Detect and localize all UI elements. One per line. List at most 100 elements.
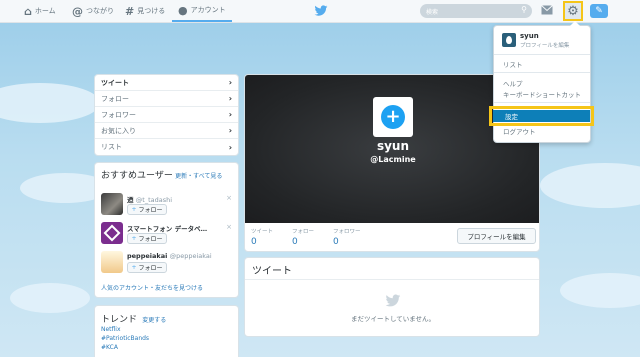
menu-item-logout[interactable]: ログアウト xyxy=(503,126,536,136)
settings-highlight: 設定 xyxy=(489,106,594,126)
suggested-user: 迺 @t_tadashi × + フォロー xyxy=(101,193,234,219)
egg-icon xyxy=(506,36,512,44)
who-to-follow-title: おすすめユーザー xyxy=(101,171,173,181)
user-name[interactable]: peppeiakai xyxy=(127,252,167,260)
dropdown-profile-link[interactable]: syun プロフィールを編集 xyxy=(502,32,588,52)
cloud xyxy=(560,273,640,308)
follow-button-label: フォロー xyxy=(138,236,163,243)
add-person-icon: + xyxy=(131,264,137,271)
trend-item[interactable]: #PatrioticBands xyxy=(101,334,232,343)
follow-button[interactable]: + フォロー xyxy=(127,233,167,244)
menu-item-label: お気に入り xyxy=(101,126,136,135)
profile-avatar[interactable]: + xyxy=(373,97,413,137)
twitter-bird-icon xyxy=(314,5,328,16)
nav-connect-label: つながり xyxy=(86,7,114,15)
cloud xyxy=(540,163,640,208)
tweets-title: ツイート xyxy=(245,258,539,280)
nav-account[interactable]: ● アカウント xyxy=(172,0,232,22)
stat-value: 0 xyxy=(292,237,298,247)
avatar[interactable] xyxy=(101,251,123,273)
trend-item[interactable]: Netflix xyxy=(101,325,232,334)
menu-item-lists[interactable]: リスト xyxy=(503,59,523,69)
edit-profile-button[interactable]: プロフィールを編集 xyxy=(457,228,536,244)
user-handle: @t_tadashi xyxy=(135,196,173,204)
dismiss-icon[interactable]: × xyxy=(226,194,232,202)
trends-title: トレンド xyxy=(101,315,138,325)
avatar xyxy=(502,33,516,47)
menu-item-label: ツイート xyxy=(101,78,129,87)
cloud xyxy=(0,83,100,123)
twitter-bird-icon xyxy=(385,294,401,307)
menu-item-label: リスト xyxy=(101,143,122,151)
nav-discover-label: 見つける xyxy=(137,7,166,15)
divider xyxy=(494,54,590,55)
follow-button[interactable]: + フォロー xyxy=(127,262,167,273)
plus-icon: + xyxy=(381,105,405,129)
compose-tweet-button[interactable]: ✎ xyxy=(590,4,608,18)
view-all-link[interactable]: すべて見る xyxy=(193,173,222,180)
stat-label: フォロー xyxy=(292,229,315,235)
no-tweets-message: まだツイートしていません。 xyxy=(350,315,436,323)
user-handle: @peppeiakai xyxy=(169,252,212,260)
feather-icon: ✎ xyxy=(595,6,603,16)
top-navigation-bar: ⌂ ホーム @ つながり # 見つける ● アカウント 検索 ⚲ ⚙ ✎ xyxy=(0,0,640,23)
user-name[interactable]: 迺 xyxy=(127,196,134,204)
stat-value: 0 xyxy=(251,237,257,247)
avatar[interactable] xyxy=(101,222,123,244)
menu-item-tweets[interactable]: ツイート › xyxy=(95,75,238,91)
hashtag-icon: # xyxy=(125,4,135,18)
nav-connect[interactable]: @ つながり xyxy=(72,0,114,22)
menu-item-lists[interactable]: リスト › xyxy=(95,139,238,155)
stat-label: フォロワー xyxy=(333,229,361,235)
avatar[interactable] xyxy=(101,193,123,215)
stat-value: 0 xyxy=(333,237,339,247)
nav-account-label: アカウント xyxy=(190,6,226,14)
divider xyxy=(494,72,590,73)
menu-item-settings[interactable]: 設定 xyxy=(493,110,590,122)
add-person-icon: + xyxy=(131,206,137,213)
search-icon[interactable]: ⚲ xyxy=(521,5,527,14)
dismiss-icon[interactable]: × xyxy=(226,223,232,231)
chevron-right-icon: › xyxy=(228,110,232,119)
follow-button-label: フォロー xyxy=(138,207,163,214)
menu-item-help[interactable]: ヘルプ xyxy=(503,78,523,88)
nav-discover[interactable]: # 見つける xyxy=(125,0,165,22)
home-icon: ⌂ xyxy=(24,4,32,18)
profile-nav-menu: ツイート › フォロー › フォロワー › お気に入り › リスト › xyxy=(94,74,239,156)
who-to-follow-footer: 人気のアカウント・友だちを見つける xyxy=(101,283,203,292)
stat-followers[interactable]: フォロワー 0 xyxy=(333,227,361,247)
cloud xyxy=(10,283,90,313)
nav-home[interactable]: ⌂ ホーム xyxy=(24,0,56,22)
follow-button[interactable]: + フォロー xyxy=(127,204,167,215)
find-friends-link[interactable]: 友だちを見つける xyxy=(155,285,203,292)
suggested-user: peppeiakai @peppeiakai + フォロー xyxy=(101,251,234,277)
user-name[interactable]: スマートフォン データベ… xyxy=(127,225,207,233)
stat-label: ツイート xyxy=(251,229,274,235)
menu-item-followers[interactable]: フォロワー › xyxy=(95,107,238,123)
mail-icon[interactable] xyxy=(541,5,553,15)
add-person-icon: + xyxy=(131,235,137,242)
profile-handle: @Lacmine xyxy=(370,155,416,164)
refresh-link[interactable]: 更新 xyxy=(175,173,187,180)
chevron-right-icon: › xyxy=(228,126,232,135)
trend-item[interactable]: #KCA xyxy=(101,343,232,352)
nav-home-label: ホーム xyxy=(34,7,56,15)
change-trends-link[interactable]: 変更する xyxy=(142,317,166,324)
menu-item-following[interactable]: フォロー › xyxy=(95,91,238,107)
person-icon: ● xyxy=(178,3,188,17)
chevron-right-icon: › xyxy=(228,142,232,152)
menu-item-favorites[interactable]: お気に入り › xyxy=(95,123,238,139)
search-input[interactable]: 検索 ⚲ xyxy=(420,4,532,18)
gear-icon: ⚙ xyxy=(567,3,579,19)
stat-following[interactable]: フォロー 0 xyxy=(292,227,314,247)
divider xyxy=(494,102,590,103)
trends-card: トレンド 変更する Netflix #PatrioticBands #KCA xyxy=(94,305,239,357)
menu-item-keyboard-shortcuts[interactable]: キーボードショートカット xyxy=(503,89,581,99)
popular-accounts-link[interactable]: 人気のアカウント xyxy=(101,285,149,292)
suggested-user: スマートフォン データベ… × + フォロー xyxy=(101,222,234,248)
stat-tweets[interactable]: ツイート 0 xyxy=(251,227,273,247)
dropdown-user-name: syun xyxy=(520,32,539,40)
dropdown-caret xyxy=(570,21,580,26)
settings-gear-button[interactable]: ⚙ xyxy=(563,1,583,21)
chevron-right-icon: › xyxy=(228,94,232,103)
